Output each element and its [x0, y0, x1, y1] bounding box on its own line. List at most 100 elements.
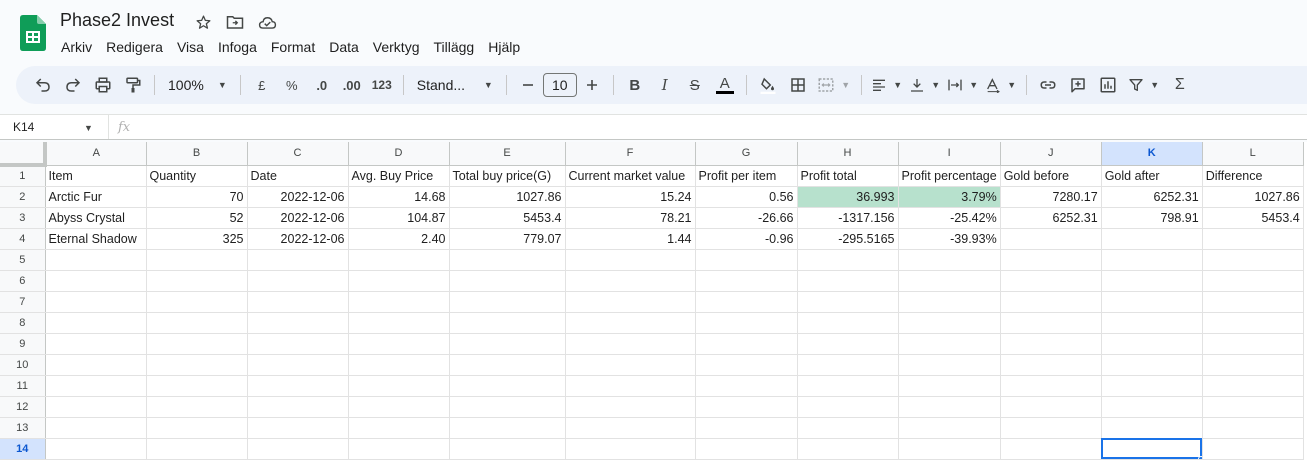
cell[interactable] — [565, 438, 696, 460]
cell[interactable]: Date — [247, 165, 349, 187]
cell[interactable] — [348, 333, 450, 355]
cell[interactable]: Avg. Buy Price — [348, 165, 450, 187]
chart-icon[interactable] — [1094, 71, 1122, 99]
cell[interactable] — [247, 396, 349, 418]
text-rotate-icon[interactable]: ▼ — [983, 71, 1019, 99]
cell[interactable] — [45, 249, 147, 271]
cell[interactable]: Difference — [1202, 165, 1304, 187]
cell[interactable] — [247, 291, 349, 313]
cell[interactable] — [695, 333, 798, 355]
cell[interactable]: 798.91 — [1101, 207, 1203, 229]
undo-icon[interactable] — [29, 71, 57, 99]
cell[interactable] — [247, 375, 349, 397]
cell[interactable] — [1202, 375, 1304, 397]
cell[interactable]: -0.96 — [695, 228, 798, 250]
cell[interactable] — [348, 291, 450, 313]
cell[interactable] — [146, 375, 248, 397]
cell[interactable] — [797, 270, 899, 292]
row-header[interactable]: 11 — [0, 375, 46, 397]
decrease-decimals-button[interactable]: .0 — [308, 71, 336, 99]
cell[interactable] — [348, 417, 450, 439]
cell[interactable] — [797, 312, 899, 334]
cell[interactable] — [247, 312, 349, 334]
row-header-active[interactable]: 14 — [0, 438, 46, 460]
select-all-corner[interactable] — [0, 142, 47, 167]
cell[interactable] — [695, 270, 798, 292]
cell[interactable] — [1101, 228, 1203, 250]
cell[interactable] — [797, 438, 899, 460]
cell[interactable] — [898, 291, 1001, 313]
cell[interactable] — [449, 354, 566, 376]
cell[interactable] — [1101, 396, 1203, 418]
cell[interactable] — [1000, 438, 1102, 460]
cell[interactable]: 779.07 — [449, 228, 566, 250]
print-icon[interactable] — [89, 71, 117, 99]
column-header[interactable]: L — [1202, 142, 1304, 166]
row-header[interactable]: 3 — [0, 207, 46, 229]
cell[interactable]: 0.56 — [695, 186, 798, 208]
cell[interactable] — [898, 417, 1001, 439]
zoom-select[interactable]: 100% ▼ — [162, 71, 233, 99]
cell[interactable]: 325 — [146, 228, 248, 250]
cell[interactable] — [1101, 417, 1203, 439]
cell[interactable] — [146, 438, 248, 460]
menu-hjalp[interactable]: Hjälp — [481, 36, 527, 58]
column-header-active[interactable]: K — [1101, 142, 1203, 166]
cell[interactable]: Eternal Shadow — [45, 228, 147, 250]
cell[interactable]: Abyss Crystal — [45, 207, 147, 229]
font-size-input[interactable]: 10 — [542, 73, 577, 97]
cell[interactable] — [1202, 333, 1304, 355]
menu-infoga[interactable]: Infoga — [211, 36, 264, 58]
column-header[interactable]: C — [247, 142, 349, 166]
cell[interactable]: -1317.156 — [797, 207, 899, 229]
cell[interactable] — [695, 375, 798, 397]
cell[interactable]: -39.93% — [898, 228, 1001, 250]
cell[interactable]: Current market value — [565, 165, 696, 187]
row-header[interactable]: 4 — [0, 228, 46, 250]
row-header[interactable]: 1 — [0, 165, 46, 187]
cell[interactable] — [1101, 333, 1203, 355]
cell[interactable] — [146, 417, 248, 439]
cell[interactable] — [565, 291, 696, 313]
menu-arkiv[interactable]: Arkiv — [54, 36, 99, 58]
cell[interactable]: 14.68 — [348, 186, 450, 208]
decrease-font-size-button[interactable] — [514, 71, 542, 99]
cell[interactable] — [1202, 438, 1304, 460]
cell[interactable] — [247, 270, 349, 292]
menu-tillagg[interactable]: Tillägg — [427, 36, 482, 58]
cell[interactable]: 52 — [146, 207, 248, 229]
cell[interactable] — [565, 375, 696, 397]
cell[interactable] — [797, 354, 899, 376]
cell[interactable] — [1202, 291, 1304, 313]
cell[interactable] — [695, 354, 798, 376]
cell[interactable] — [247, 249, 349, 271]
cell[interactable] — [45, 417, 147, 439]
cell[interactable] — [1202, 228, 1304, 250]
menu-data[interactable]: Data — [322, 36, 366, 58]
text-color-icon[interactable]: A — [711, 71, 739, 99]
cell[interactable] — [1202, 249, 1304, 271]
cell[interactable]: 1027.86 — [1202, 186, 1304, 208]
percent-format-button[interactable]: % — [278, 71, 306, 99]
cell[interactable] — [565, 270, 696, 292]
move-folder-icon[interactable] — [225, 12, 245, 32]
valign-icon[interactable]: ▼ — [907, 71, 943, 99]
cell[interactable] — [247, 333, 349, 355]
cell[interactable]: Arctic Fur — [45, 186, 147, 208]
cell[interactable] — [898, 396, 1001, 418]
cell[interactable] — [247, 417, 349, 439]
strikethrough-icon[interactable]: S — [681, 71, 709, 99]
cell[interactable] — [146, 291, 248, 313]
cell[interactable] — [1000, 249, 1102, 271]
column-header[interactable]: H — [797, 142, 899, 166]
cell[interactable] — [1000, 291, 1102, 313]
cell[interactable]: Quantity — [146, 165, 248, 187]
cell[interactable]: -26.66 — [695, 207, 798, 229]
cell[interactable]: 2022-12-06 — [247, 228, 349, 250]
bold-icon[interactable]: B — [621, 71, 649, 99]
menu-format[interactable]: Format — [264, 36, 322, 58]
cell[interactable]: 6252.31 — [1101, 186, 1203, 208]
fill-color-icon[interactable] — [754, 71, 782, 99]
cell[interactable]: 7280.17 — [1000, 186, 1102, 208]
cell[interactable] — [247, 438, 349, 460]
